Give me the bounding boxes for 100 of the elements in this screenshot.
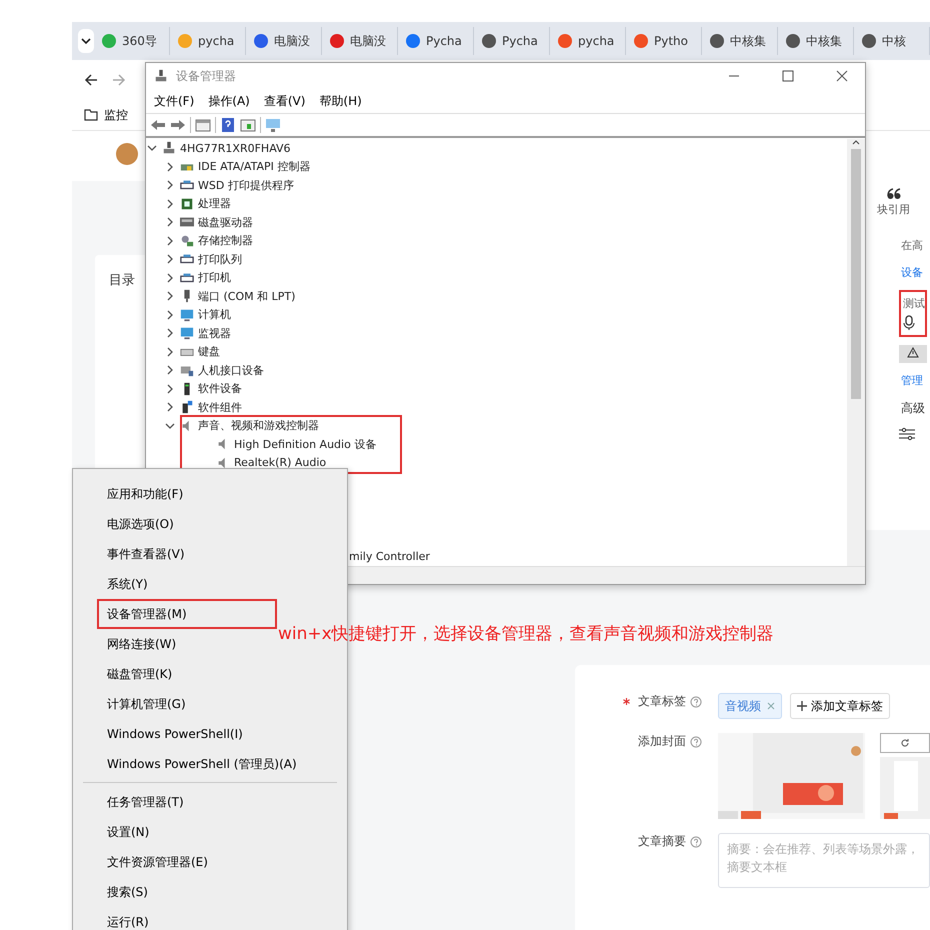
- site-icon: [254, 34, 268, 48]
- tree-item[interactable]: 端口 (COM 和 LPT): [198, 288, 296, 304]
- browser-tab[interactable]: 中核集: [782, 27, 854, 55]
- menu-item[interactable]: 应用和功能(F): [97, 479, 194, 509]
- forward-icon[interactable]: [170, 117, 186, 133]
- menu-item[interactable]: 电源选项(O): [97, 509, 184, 539]
- menu-item[interactable]: 查看(V): [264, 92, 306, 110]
- window-title: 设备管理器: [176, 68, 237, 84]
- browser-tab[interactable]: 中核集: [706, 27, 778, 55]
- menu-item[interactable]: 网络连接(W): [97, 629, 186, 659]
- tree-item[interactable]: 软件设备: [198, 381, 242, 396]
- tree-item[interactable]: 软件组件: [198, 400, 242, 415]
- tree-item[interactable]: 4HG77R1XR0FHAV6: [180, 142, 291, 155]
- tree-item[interactable]: 人机接口设备: [198, 362, 264, 378]
- menu-item[interactable]: 运行(R): [97, 907, 159, 930]
- site-icon: [634, 34, 648, 48]
- processor-icon: [180, 196, 194, 211]
- menu-item[interactable]: 文件(F): [154, 92, 194, 110]
- side-text: 测试: [903, 296, 925, 311]
- tree-item[interactable]: High Definition Audio 设备: [234, 436, 376, 452]
- quote-icon: [886, 188, 900, 200]
- tree-item[interactable]: 磁盘驱动器: [198, 214, 253, 230]
- menu-item[interactable]: 设置(N): [97, 817, 160, 847]
- site-icon: [786, 34, 800, 48]
- scrollbar[interactable]: [847, 139, 865, 566]
- field-label: 文章标签: [638, 693, 686, 710]
- menu-item[interactable]: 文件资源管理器(E): [97, 847, 218, 877]
- browser-tab[interactable]: Pycha: [402, 27, 474, 55]
- printer-icon: [180, 270, 194, 285]
- tab-list-button[interactable]: [78, 29, 94, 53]
- menu-item[interactable]: 磁盘管理(K): [97, 659, 182, 689]
- tree-item[interactable]: 打印队列: [198, 252, 242, 267]
- add-tag-button[interactable]: 添加文章标签: [790, 693, 890, 719]
- storage-icon: [180, 234, 194, 248]
- maximize-icon: [782, 70, 794, 82]
- site-icon: [482, 34, 496, 48]
- menu-item[interactable]: 计算机管理(G): [97, 689, 196, 719]
- monitor-icon[interactable]: [265, 117, 281, 133]
- browser-tab[interactable]: Pytho: [630, 27, 702, 55]
- site-icon: [558, 34, 572, 48]
- side-heading: 高级: [901, 401, 925, 415]
- close-icon: [836, 70, 848, 82]
- computer-icon: [162, 141, 176, 156]
- menu-item[interactable]: 搜索(S): [97, 877, 158, 907]
- browser-tab[interactable]: 中核: [858, 27, 930, 55]
- tag-chip[interactable]: 音视频: [718, 693, 782, 719]
- window-icon[interactable]: [240, 117, 256, 133]
- chevron-down-icon: [81, 36, 91, 46]
- menu-item[interactable]: Windows PowerShell(I): [97, 719, 253, 749]
- back-icon[interactable]: [84, 73, 98, 87]
- quote-button[interactable]: 块引用: [877, 188, 910, 217]
- side-link[interactable]: 管理: [901, 374, 923, 387]
- site-icon: [862, 34, 876, 48]
- scroll-up-icon[interactable]: [852, 139, 860, 145]
- menu-item[interactable]: Windows PowerShell (管理员)(A): [97, 749, 307, 779]
- help-icon[interactable]: [690, 836, 702, 848]
- browser-tab[interactable]: Pycha: [478, 27, 550, 55]
- menu-item[interactable]: 系统(Y): [97, 569, 158, 599]
- browser-tab[interactable]: 360导: [98, 27, 170, 55]
- help-icon[interactable]: [220, 117, 236, 133]
- plus-icon: [797, 701, 807, 711]
- browser-tab[interactable]: pycha: [174, 27, 246, 55]
- tree-item[interactable]: 处理器: [198, 196, 231, 212]
- site-icon: [178, 34, 192, 48]
- browser-tab[interactable]: 电脑没: [326, 27, 398, 55]
- help-icon[interactable]: [690, 696, 702, 708]
- window-icon[interactable]: [195, 117, 211, 133]
- tree-item[interactable]: 存储控制器: [198, 233, 253, 248]
- tree-item[interactable]: 声音、视频和游戏控制器: [198, 418, 319, 434]
- menu-item[interactable]: 帮助(H): [319, 92, 362, 110]
- avatar[interactable]: [116, 143, 138, 165]
- site-icon: [710, 34, 724, 48]
- menu-item[interactable]: 事件查看器(V): [97, 539, 195, 569]
- menu-item[interactable]: 任务管理器(T): [97, 787, 194, 817]
- summary-field[interactable]: 摘要：会在推荐、列表等场景外露，摘要文本框: [718, 833, 930, 888]
- microphone-icon[interactable]: [903, 315, 915, 331]
- annotation-text: win+x快捷键打开，选择设备管理器，查看声音视频和游戏控制器: [278, 623, 774, 645]
- warning-button[interactable]: [899, 345, 927, 363]
- folder-icon: [84, 109, 98, 121]
- tree-item[interactable]: 键盘: [198, 344, 220, 360]
- monitor-icon: [180, 326, 194, 340]
- field-label: 文章摘要: [638, 833, 686, 850]
- menu-item[interactable]: 设备管理器(M): [97, 599, 277, 629]
- bookmark[interactable]: 监控: [84, 106, 128, 124]
- component-icon: [180, 400, 194, 414]
- help-icon[interactable]: [690, 736, 702, 748]
- tree-item[interactable]: WSD 打印提供程序: [198, 178, 294, 193]
- sliders-icon[interactable]: [899, 427, 915, 441]
- tree-item[interactable]: IDE ATA/ATAPI 控制器: [198, 159, 310, 174]
- tree-item[interactable]: 计算机: [198, 307, 231, 322]
- tree-item[interactable]: 打印机: [198, 270, 231, 286]
- tree-item[interactable]: 监视器: [198, 326, 231, 341]
- side-link[interactable]: 设备: [901, 266, 923, 279]
- field-label: 添加封面: [638, 733, 686, 750]
- browser-tab[interactable]: pycha: [554, 27, 626, 55]
- menu-item[interactable]: 操作(A): [208, 92, 250, 110]
- tree-item[interactable]: mily Controller: [349, 550, 430, 563]
- drive-icon: [180, 215, 194, 230]
- tree-item[interactable]: Realtek(R) Audio: [234, 456, 326, 470]
- browser-tab[interactable]: 电脑没: [250, 27, 322, 55]
